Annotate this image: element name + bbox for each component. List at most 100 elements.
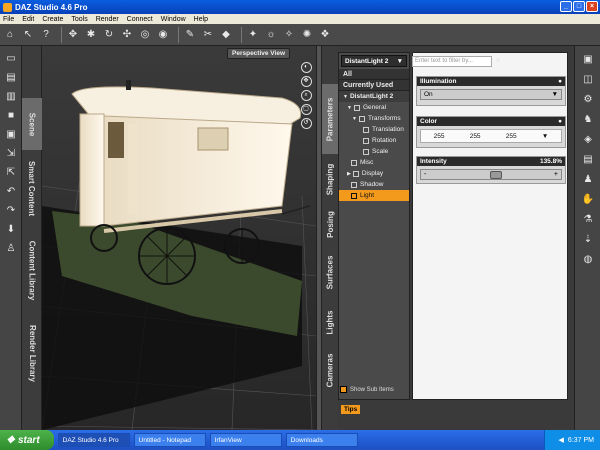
filter-input[interactable]: Enter text to filter by... — [412, 56, 492, 67]
clock[interactable]: 6:37 PM — [568, 437, 594, 444]
camera-icon[interactable]: ◉ — [156, 28, 170, 42]
task-daz-studio[interactable]: DAZ Studio 4.6 Pro — [57, 433, 130, 447]
select-icon[interactable]: ↖ — [21, 28, 35, 42]
tab-smart-content[interactable]: Smart Content — [22, 150, 42, 226]
translate-icon[interactable]: ✣ — [120, 28, 134, 42]
merge-icon[interactable]: ▥ — [4, 89, 18, 103]
start-button[interactable]: ❖ start — [0, 430, 54, 450]
menu-edit[interactable]: Edit — [22, 16, 34, 23]
surface-icon[interactable]: ❖ — [318, 28, 332, 42]
figure-setup-icon[interactable]: ♞ — [581, 112, 595, 126]
zoom-icon[interactable]: ⌕ — [300, 90, 312, 101]
tree-item-misc[interactable]: Misc — [339, 157, 409, 168]
render-icon[interactable]: ✂ — [201, 28, 215, 42]
geometry-icon[interactable]: ◆ — [219, 28, 233, 42]
tab-render-library[interactable]: Render Library — [22, 312, 42, 394]
tree-item-translation[interactable]: Translation — [339, 124, 409, 135]
group-checkbox[interactable] — [363, 126, 369, 133]
tree-item-node[interactable]: ▼ DistantLight 2 — [339, 91, 409, 102]
undo-icon[interactable]: ↶ — [4, 184, 18, 198]
group-checkbox[interactable] — [352, 170, 359, 177]
color-swatch[interactable]: 255 255 255 ▼ — [420, 129, 562, 143]
tree-item-general[interactable]: ▼ General — [339, 102, 409, 113]
node-selector[interactable]: DistantLight 2 ▼ — [341, 55, 407, 67]
reset-view-icon[interactable]: ↺ — [300, 118, 312, 129]
figure-icon[interactable]: ♙ — [4, 241, 18, 255]
render-icon[interactable]: ◫ — [581, 72, 595, 86]
task-notepad[interactable]: Untitled - Notepad — [133, 433, 206, 447]
tab-scene[interactable]: Scene — [22, 98, 42, 150]
menu-help[interactable]: Help — [194, 16, 208, 23]
close-button[interactable]: × — [586, 1, 598, 12]
scale-icon[interactable]: ◎ — [138, 28, 152, 42]
tree-item-currently-used[interactable]: Currently Used — [339, 80, 409, 91]
light-icon[interactable]: ✎ — [183, 28, 197, 42]
group-checkbox[interactable] — [353, 104, 360, 111]
tab-cameras[interactable]: Cameras — [322, 346, 338, 394]
tree-item-light[interactable]: Light — [339, 190, 409, 201]
tree-item-shadow[interactable]: Shadow — [339, 179, 409, 190]
menu-render[interactable]: Render — [96, 16, 119, 23]
group-checkbox[interactable] — [363, 137, 369, 144]
tab-shaping[interactable]: Shaping — [322, 158, 338, 200]
redo-icon[interactable]: ↷ — [4, 203, 18, 217]
aniblocks-icon[interactable]: ◈ — [581, 132, 595, 146]
camera-orbit-icon[interactable]: ◐ — [300, 62, 312, 73]
show-sub-items[interactable]: Show Sub Items — [340, 386, 394, 393]
menu-window[interactable]: Window — [161, 16, 186, 23]
render-settings-icon[interactable]: ▣ — [581, 52, 595, 66]
menu-create[interactable]: Create — [42, 16, 63, 23]
help-icon[interactable]: ? — [39, 28, 53, 42]
tab-surfaces[interactable]: Surfaces — [322, 248, 338, 296]
pan-icon[interactable]: ✥ — [300, 76, 312, 87]
intensity-slider[interactable]: - + — [420, 169, 562, 180]
menu-file[interactable]: File — [3, 16, 14, 23]
show-sub-items-checkbox[interactable] — [340, 386, 347, 393]
minimize-button[interactable]: _ — [560, 1, 572, 12]
tree-item-display[interactable]: ▶ Display — [339, 168, 409, 179]
rotate-icon[interactable]: ↻ — [102, 28, 116, 42]
globe-icon[interactable]: ◍ — [581, 252, 595, 266]
pointlight-icon[interactable]: ☼ — [264, 28, 278, 42]
download-icon[interactable]: ⬇ — [4, 222, 18, 236]
powerpose-icon[interactable]: ✋ — [581, 192, 595, 206]
export-icon[interactable]: ⇱ — [4, 165, 18, 179]
node-icon[interactable]: ✥ — [66, 28, 80, 42]
search-icon[interactable]: ⌕ — [496, 55, 500, 65]
3d-viewport[interactable]: Perspective View ◐ ✥ ⌕ ▢ ↺ — [42, 46, 316, 430]
decrement-icon[interactable]: - — [424, 171, 426, 178]
spotlight-icon[interactable]: ✦ — [246, 28, 260, 42]
tools-icon[interactable]: ⚙ — [581, 92, 595, 106]
group-checkbox[interactable] — [351, 181, 357, 188]
maximize-button[interactable]: □ — [573, 1, 585, 12]
menu-connect[interactable]: Connect — [127, 16, 153, 23]
shader-mixer-icon[interactable]: ⚗ — [581, 212, 595, 226]
puppeteer-icon[interactable]: ♟ — [581, 172, 595, 186]
tree-item-transforms[interactable]: ▼ Transforms — [339, 113, 409, 124]
volume-icon[interactable]: ◀ — [559, 436, 564, 444]
intensity-value[interactable]: 135.8% — [540, 158, 562, 165]
property-gear-icon[interactable]: ● — [558, 118, 562, 125]
save-icon[interactable]: ■ — [4, 108, 18, 122]
task-downloads[interactable]: Downloads — [285, 433, 358, 447]
tree-item-all[interactable]: All — [339, 69, 409, 80]
import-icon[interactable]: ⇲ — [4, 146, 18, 160]
joint-icon[interactable]: ✱ — [84, 28, 98, 42]
active-pose-icon[interactable]: ✺ — [300, 28, 314, 42]
group-checkbox[interactable] — [358, 115, 365, 122]
task-irfanview[interactable]: IrfanView — [209, 433, 282, 447]
open-icon[interactable]: ▤ — [4, 70, 18, 84]
group-checkbox[interactable] — [363, 148, 369, 155]
tree-item-scale[interactable]: Scale — [339, 146, 409, 157]
slider-thumb[interactable] — [490, 171, 502, 179]
tab-content-library[interactable]: Content Library — [22, 228, 42, 312]
morph-icon[interactable]: ✧ — [282, 28, 296, 42]
tips-button[interactable]: Tips — [341, 404, 361, 414]
home-icon[interactable]: ⌂ — [3, 28, 17, 42]
tab-lights[interactable]: Lights — [322, 302, 338, 342]
tab-posing[interactable]: Posing — [322, 204, 338, 244]
tab-parameters[interactable]: Parameters — [322, 84, 338, 154]
illumination-dropdown[interactable]: On ▼ — [420, 89, 562, 100]
save-as-icon[interactable]: ▣ — [4, 127, 18, 141]
tree-item-rotation[interactable]: Rotation — [339, 135, 409, 146]
